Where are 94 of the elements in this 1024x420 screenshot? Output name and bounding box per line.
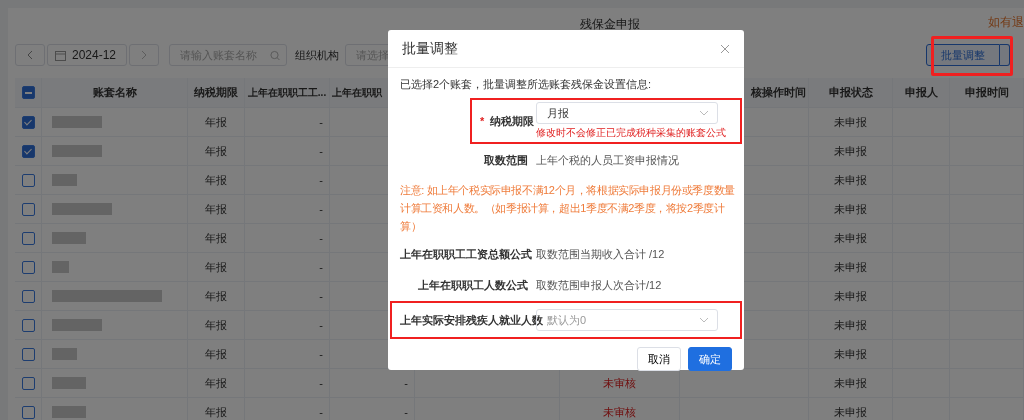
page-title: 残保金申报 xyxy=(579,15,640,33)
chevron-down-icon xyxy=(699,317,709,323)
required-mark: * xyxy=(480,114,485,127)
table-cell: - xyxy=(319,174,323,186)
column-header: 核操作时间 xyxy=(751,85,806,100)
redacted-block xyxy=(52,261,69,273)
chevron-left-icon xyxy=(26,50,34,60)
redacted-block xyxy=(52,174,77,186)
table-cell: 年报 xyxy=(205,288,227,304)
table-cell: - xyxy=(319,348,323,360)
column-header: 上年在职职 xyxy=(332,85,382,100)
close-icon[interactable] xyxy=(720,43,730,54)
dropdown-button[interactable] xyxy=(1000,44,1010,66)
chevron-right-icon xyxy=(140,50,148,60)
row-checkbox[interactable] xyxy=(21,318,35,332)
table-cell: 年报 xyxy=(205,259,227,275)
warning-text: 修改时不会修正已完成税种采集的账套公式 xyxy=(536,126,727,140)
row-checkbox[interactable] xyxy=(21,173,35,187)
table-cell: - xyxy=(319,319,323,331)
row-checkbox[interactable] xyxy=(21,260,35,274)
field-label: 上年在职职工人数公式 xyxy=(418,278,528,291)
redacted-block xyxy=(52,348,77,360)
table-cell: 未申报 xyxy=(834,404,867,420)
row-checkbox[interactable] xyxy=(21,289,35,303)
table-cell: 未申报 xyxy=(834,259,867,275)
field-value: 取数范围申报人次合计/12 xyxy=(536,277,663,293)
table-cell: 年报 xyxy=(205,172,227,188)
table-cell: 年报 xyxy=(205,317,227,333)
column-header: 账套名称 xyxy=(92,85,137,100)
field-value: 上年个税的人员工资申报情况 xyxy=(536,152,680,168)
row-checkbox[interactable] xyxy=(21,231,35,245)
column-header: 上年在职职工工... xyxy=(247,85,327,100)
table-cell: - xyxy=(319,203,323,215)
intro-text: 已选择2个账套，批量调整所选账套残保金设置信息: xyxy=(400,77,653,92)
notice-text: 如有退 xyxy=(988,14,1024,31)
row-checkbox[interactable] xyxy=(21,202,35,216)
row-checkbox[interactable] xyxy=(21,376,35,390)
row-checkbox[interactable] xyxy=(21,347,35,361)
table-cell: - xyxy=(319,290,323,302)
organization-label: 组织机构 xyxy=(295,47,339,63)
redacted-block xyxy=(52,377,86,389)
confirm-button[interactable]: 确定 xyxy=(688,347,732,371)
row-checkbox[interactable] xyxy=(21,144,35,158)
table-cell: - xyxy=(319,406,323,418)
column-header: 申报时间 xyxy=(964,85,1009,100)
redacted-block xyxy=(52,319,102,331)
select-all-checkbox[interactable] xyxy=(21,86,35,99)
table-cell: 未申报 xyxy=(834,288,867,304)
row-checkbox[interactable] xyxy=(21,115,35,129)
table-cell: 未申报 xyxy=(834,143,867,159)
column-header: 纳税期限 xyxy=(194,85,238,100)
table-cell: 年报 xyxy=(205,346,227,362)
table-cell: 未申报 xyxy=(834,375,867,391)
column-header: 申报状态 xyxy=(828,85,873,100)
table-cell: - xyxy=(404,406,408,418)
table-cell: - xyxy=(319,232,323,244)
table-cell: 未审核 xyxy=(603,404,636,420)
table-cell: 未申报 xyxy=(834,317,867,333)
chevron-down-icon xyxy=(699,110,709,116)
table-cell: - xyxy=(319,377,323,389)
cancel-button[interactable]: 取消 xyxy=(637,347,681,371)
search-icon xyxy=(270,49,280,61)
month-picker[interactable]: 2024-12 xyxy=(47,44,127,66)
redacted-block xyxy=(52,203,112,215)
table-cell: 未申报 xyxy=(834,201,867,217)
table-cell: - xyxy=(319,116,323,128)
table-cell: - xyxy=(404,377,408,389)
table-cell: 年报 xyxy=(205,404,227,420)
table-cell: 未审核 xyxy=(603,375,636,391)
table-cell: 未申报 xyxy=(834,230,867,246)
note-text: 注意: 如上年个税实际申报不满12个月，将根据实际申报月份或季度数量计算工资和人数。（如季报计算，超出1季度不满2季度，将按2季度计算） xyxy=(400,183,736,234)
table-cell: - xyxy=(319,261,323,273)
redacted-block xyxy=(52,232,86,244)
redacted-block xyxy=(52,116,102,128)
field-label: 取数范围 xyxy=(484,153,528,166)
table-cell: 年报 xyxy=(205,230,227,246)
calendar-icon xyxy=(55,49,66,61)
table-cell: 年报 xyxy=(205,114,227,130)
table-cell: 年报 xyxy=(205,375,227,391)
batch-adjust-button[interactable]: 批量调整 xyxy=(926,44,1000,66)
table-cell: 年报 xyxy=(205,201,227,217)
field-label: 上年在职职工工资总额公式 xyxy=(400,247,532,260)
select-field[interactable]: 月报 xyxy=(536,102,718,124)
table-cell: 未申报 xyxy=(834,346,867,362)
field-value: 取数范围当期收入合计 /12 xyxy=(536,246,666,262)
redacted-block xyxy=(52,145,102,157)
row-checkbox[interactable] xyxy=(21,405,35,419)
table-cell: 年报 xyxy=(205,143,227,159)
field-label: 纳税期限 xyxy=(490,114,535,127)
table-cell: 未申报 xyxy=(834,114,867,130)
table-cell: - xyxy=(319,145,323,157)
redacted-block xyxy=(52,406,86,418)
column-header: 申报人 xyxy=(904,85,938,100)
table-cell: 未申报 xyxy=(834,172,867,188)
